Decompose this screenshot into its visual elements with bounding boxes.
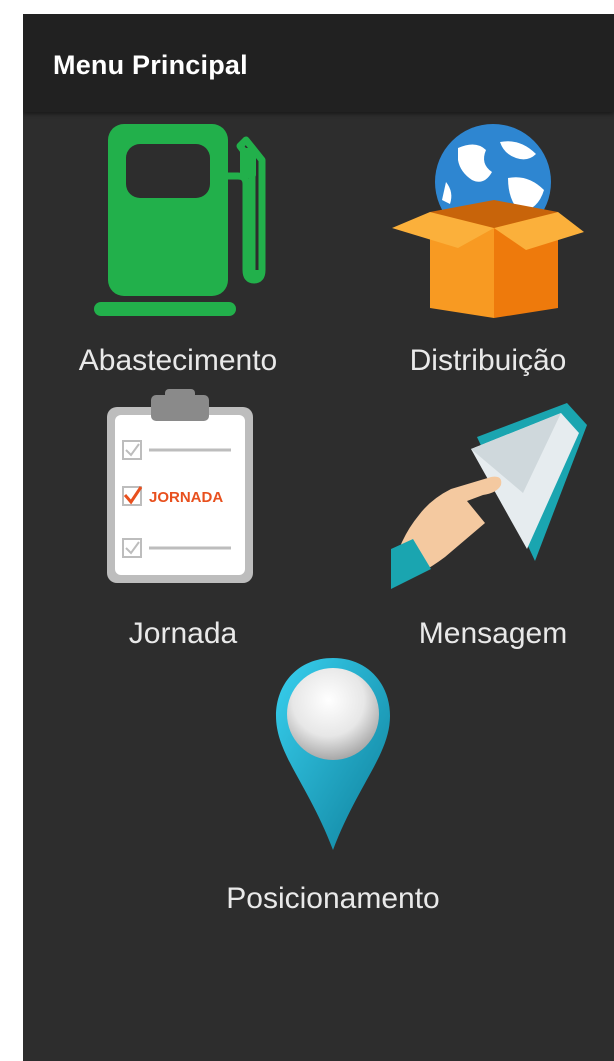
globe-box-icon (392, 124, 584, 318)
menu-item-jornada[interactable]: JORNADA Jornada (73, 389, 293, 659)
hand-envelope-icon (391, 403, 587, 589)
menu-item-posicionamento[interactable]: Posicionamento (198, 654, 468, 924)
menu-item-label: Posicionamento (226, 882, 440, 915)
menu-item-label: Distribuição (409, 344, 567, 377)
menu-item-distribuicao[interactable]: Distribuição (368, 120, 608, 390)
menu-item-label: Jornada (128, 617, 238, 650)
menu-item-abastecimento[interactable]: Abastecimento (53, 120, 303, 390)
map-pin-icon (276, 658, 390, 850)
app-bar: Menu Principal (23, 14, 614, 112)
menu-item-mensagem[interactable]: Mensagem (383, 389, 603, 659)
app-screen: Menu Principal Abastecimento Distribuiçã (23, 14, 614, 1061)
fuel-pump-icon (94, 124, 266, 316)
menu-item-label: Mensagem (418, 617, 568, 650)
page-title: Menu Principal (53, 50, 248, 80)
checklist-jornada-text: JORNADA (149, 489, 223, 506)
menu-item-label: Abastecimento (78, 344, 278, 377)
clipboard-checklist-icon: JORNADA (107, 389, 253, 583)
